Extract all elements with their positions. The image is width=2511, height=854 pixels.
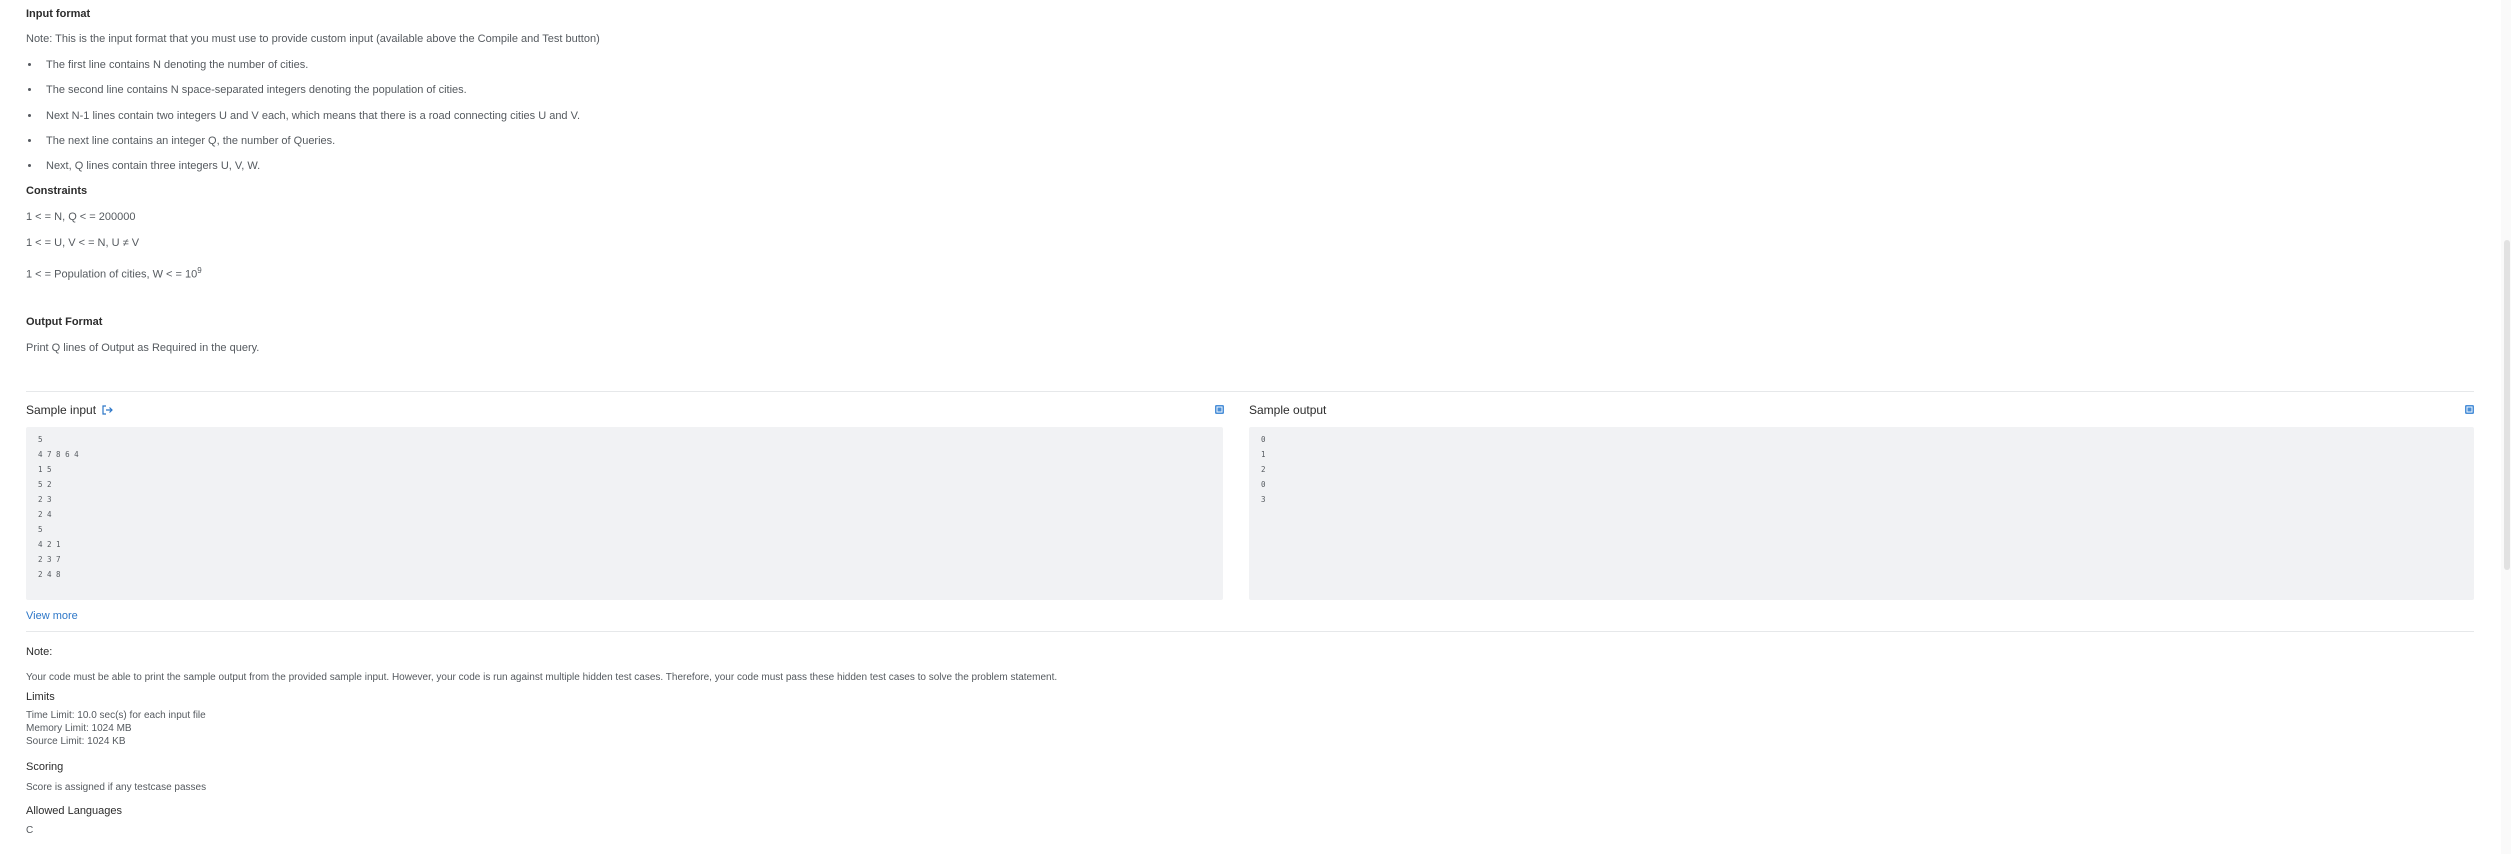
sample-output-title: Sample output — [1249, 403, 1327, 417]
scrollbar-thumb[interactable] — [2504, 240, 2510, 570]
code-line: 4 7 8 6 4 — [38, 450, 79, 459]
code-line: 5 — [38, 435, 43, 444]
constraint-line: 1 < = U, V < = N, U ≠ V — [26, 237, 140, 249]
input-bullet: The next line contains an integer Q, the… — [26, 134, 335, 148]
code-line: 4 2 1 — [38, 540, 61, 549]
input-bullet: The second line contains N space-separat… — [26, 83, 467, 97]
scoring-title: Scoring — [26, 761, 64, 773]
output-format-title: Output Format — [26, 316, 103, 328]
code-line: 2 4 8 — [38, 570, 61, 579]
note-title: Note: — [26, 646, 53, 658]
bullet-dot — [28, 62, 31, 66]
input-bullet: Next, Q lines contain three integers U, … — [26, 159, 260, 173]
code-line: 2 3 — [38, 495, 52, 504]
open-in-editor-icon[interactable] — [102, 405, 113, 415]
code-line: 0 — [1261, 480, 1266, 489]
input-bullet: The first line contains N denoting the n… — [26, 58, 308, 72]
limit-line: Time Limit: 10.0 sec(s) for each input f… — [26, 710, 206, 721]
code-line: 2 3 7 — [38, 555, 61, 564]
code-line: 0 — [1261, 435, 1266, 444]
output-format-text: Print Q lines of Output as Required in t… — [26, 342, 260, 354]
bullet-dot — [28, 87, 31, 91]
allowed-languages-title: Allowed Languages — [26, 805, 123, 817]
limits-title: Limits — [26, 691, 55, 703]
sample-input-title: Sample input — [26, 403, 113, 417]
code-line: 1 — [1261, 450, 1266, 459]
problem-page: Input format Note: This is the input for… — [0, 0, 2511, 854]
sample-output-box[interactable]: 0 1 2 0 3 — [1249, 427, 2474, 600]
input-bullet: Next N-1 lines contain two integers U an… — [26, 109, 580, 123]
bullet-dot — [28, 163, 31, 167]
sample-input-lines: 5 4 7 8 6 4 1 5 5 2 2 3 2 4 5 4 2 1 2 3 7 2 4 8 — [26, 427, 1223, 582]
allowed-language-value: C — [26, 825, 34, 836]
copy-input-icon[interactable] — [1215, 405, 1224, 414]
constraint-population: 1 < = Population of cities, W < = 109 — [26, 266, 202, 281]
bullet-dot — [28, 138, 31, 142]
constraints-title: Constraints — [26, 185, 88, 197]
scoring-text: Score is assigned if any testcase passes — [26, 782, 207, 793]
section-divider — [26, 631, 2474, 632]
code-line: 3 — [1261, 495, 1266, 504]
limit-line: Memory Limit: 1024 MB — [26, 723, 132, 734]
section-divider — [26, 391, 2474, 392]
code-line: 2 4 — [38, 510, 52, 519]
input-format-title: Input format — [26, 8, 91, 20]
input-format-note: Note: This is the input format that you … — [26, 33, 600, 45]
note-text: Your code must be able to print the samp… — [26, 672, 1058, 683]
limit-line: Source Limit: 1024 KB — [26, 736, 126, 747]
code-line: 1 5 — [38, 465, 52, 474]
page-scrollbar[interactable] — [2501, 0, 2511, 854]
sample-input-box[interactable]: 5 4 7 8 6 4 1 5 5 2 2 3 2 4 5 4 2 1 2 3 7 2 4 8 — [26, 427, 1223, 600]
code-line: 5 — [38, 525, 43, 534]
copy-output-icon[interactable] — [2465, 405, 2474, 414]
code-line: 2 — [1261, 465, 1266, 474]
sample-output-lines: 0 1 2 0 3 — [1249, 427, 2474, 507]
bullet-dot — [28, 113, 31, 117]
code-line: 5 2 — [38, 480, 52, 489]
view-more-link[interactable]: View more — [26, 609, 78, 623]
constraint-line: 1 < = N, Q < = 200000 — [26, 211, 136, 223]
